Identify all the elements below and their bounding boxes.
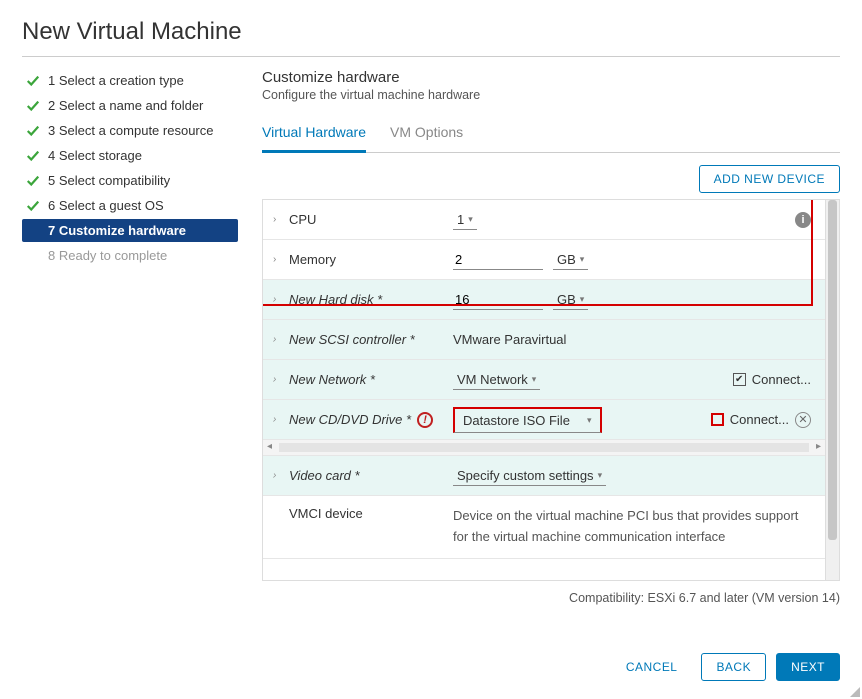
cddvd-connect-checkbox[interactable] <box>711 413 724 426</box>
next-button[interactable]: NEXT <box>776 653 840 681</box>
check-icon <box>26 99 40 113</box>
row-video: › Video card * Specify custom settings ▾ <box>263 456 825 496</box>
step-label: 4 Select storage <box>48 148 142 163</box>
video-select[interactable]: Specify custom settings ▾ <box>453 466 606 486</box>
chevron-down-icon: ▾ <box>598 470 603 481</box>
memory-unit-select[interactable]: GB ▾ <box>553 250 588 270</box>
vmci-label: VMCI device <box>289 506 363 521</box>
remove-icon[interactable]: ✕ <box>795 412 811 428</box>
memory-input[interactable] <box>453 250 543 270</box>
chevron-right-icon[interactable]: › <box>273 294 283 305</box>
row-network: › New Network * VM Network ▾ Connect... <box>263 360 825 400</box>
compatibility-text: Compatibility: ESXi 6.7 and later (VM ve… <box>262 591 840 605</box>
network-value: VM Network <box>457 372 528 387</box>
cddvd-value: Datastore ISO File <box>463 413 583 428</box>
step-7[interactable]: 7 Customize hardware <box>22 219 238 242</box>
step-6[interactable]: 6 Select a guest OS <box>22 194 238 217</box>
step-8: 8 Ready to complete <box>22 244 238 267</box>
scsi-label: New SCSI controller * <box>289 332 415 347</box>
chevron-down-icon: ▾ <box>580 294 585 305</box>
step-label: 1 Select a creation type <box>48 73 184 88</box>
hardware-panel: ›CPU 1▾ i ›Memory GB▾ <box>262 199 840 581</box>
tab-virtual-hardware[interactable]: Virtual Hardware <box>262 118 366 153</box>
cddvd-connect-label: Connect... <box>730 412 789 427</box>
section-title: Customize hardware <box>262 69 840 86</box>
horizontal-scrollbar[interactable]: ◂ ▸ <box>263 440 825 456</box>
cpu-value: 1 <box>457 212 464 227</box>
row-hard-disk: › New Hard disk * GB ▾ <box>263 280 825 320</box>
cpu-select[interactable]: 1▾ <box>453 210 477 230</box>
disk-unit-select[interactable]: GB ▾ <box>553 290 588 310</box>
chevron-right-icon[interactable]: › <box>273 470 283 481</box>
dialog-title: New Virtual Machine <box>22 18 840 46</box>
scroll-left-icon[interactable]: ◂ <box>267 441 272 452</box>
check-icon <box>26 149 40 163</box>
scsi-value: VMware Paravirtual <box>453 332 566 347</box>
memory-label: Memory <box>289 252 336 267</box>
video-label: Video card * <box>289 468 360 483</box>
chevron-right-icon[interactable]: › <box>273 414 283 425</box>
tabs: Virtual Hardware VM Options <box>262 118 840 153</box>
cddvd-label: New CD/DVD Drive * <box>289 412 411 427</box>
step-3[interactable]: 3 Select a compute resource <box>22 119 238 142</box>
vertical-scrollbar[interactable] <box>825 200 839 580</box>
step-label: 6 Select a guest OS <box>48 198 164 213</box>
check-icon <box>26 199 40 213</box>
step-label: 7 Customize hardware <box>48 223 186 238</box>
step-label: 3 Select a compute resource <box>48 123 213 138</box>
row-scsi: › New SCSI controller * VMware Paravirtua… <box>263 320 825 360</box>
chevron-down-icon: ▾ <box>587 415 592 426</box>
footer-buttons: CANCEL BACK NEXT <box>612 653 840 681</box>
add-new-device-button[interactable]: ADD NEW DEVICE <box>699 165 840 193</box>
step-label: 5 Select compatibility <box>48 173 170 188</box>
check-icon <box>26 124 40 138</box>
row-cddvd: › New CD/DVD Drive * ! Datastore ISO File… <box>263 400 825 440</box>
chevron-right-icon[interactable]: › <box>273 254 283 265</box>
chevron-down-icon: ▾ <box>580 254 585 265</box>
network-select[interactable]: VM Network ▾ <box>453 370 540 390</box>
check-icon <box>26 74 40 88</box>
cddvd-select[interactable]: Datastore ISO File ▾ <box>453 407 602 433</box>
vmci-value: Device on the virtual machine PCI bus th… <box>453 506 817 548</box>
check-icon <box>26 174 40 188</box>
warning-icon: ! <box>417 412 433 428</box>
scroll-track[interactable] <box>279 443 809 452</box>
step-label: 2 Select a name and folder <box>48 98 203 113</box>
cpu-label: CPU <box>289 212 316 227</box>
chevron-down-icon: ▾ <box>532 374 537 385</box>
step-5[interactable]: 5 Select compatibility <box>22 169 238 192</box>
wizard-steps: 1 Select a creation type 2 Select a name… <box>22 69 238 605</box>
chevron-right-icon[interactable]: › <box>273 334 283 345</box>
disk-label: New Hard disk * <box>289 292 382 307</box>
network-connect-checkbox[interactable] <box>733 373 746 386</box>
chevron-down-icon: ▾ <box>468 214 473 225</box>
step-2[interactable]: 2 Select a name and folder <box>22 94 238 117</box>
chevron-right-icon[interactable]: › <box>273 214 283 225</box>
divider <box>22 56 840 57</box>
info-icon[interactable]: i <box>795 212 811 228</box>
tab-vm-options[interactable]: VM Options <box>390 118 463 152</box>
disk-size-input[interactable] <box>453 290 543 310</box>
row-vmci: VMCI device Device on the virtual machin… <box>263 496 825 559</box>
scroll-thumb[interactable] <box>828 200 837 540</box>
resize-grip-icon[interactable] <box>850 687 860 697</box>
chevron-right-icon[interactable]: › <box>273 374 283 385</box>
step-4[interactable]: 4 Select storage <box>22 144 238 167</box>
section-desc: Configure the virtual machine hardware <box>262 88 840 102</box>
step-label: 8 Ready to complete <box>48 248 167 263</box>
scroll-right-icon[interactable]: ▸ <box>816 441 821 452</box>
memory-unit: GB <box>557 252 576 267</box>
back-button[interactable]: BACK <box>701 653 766 681</box>
row-memory: › Memory GB ▾ <box>263 240 825 280</box>
network-label: New Network * <box>289 372 375 387</box>
row-cpu: ›CPU 1▾ i <box>263 200 825 240</box>
video-value: Specify custom settings <box>457 468 594 483</box>
cancel-button[interactable]: CANCEL <box>612 654 692 680</box>
network-connect-label: Connect... <box>752 372 811 387</box>
step-1[interactable]: 1 Select a creation type <box>22 69 238 92</box>
disk-unit: GB <box>557 292 576 307</box>
